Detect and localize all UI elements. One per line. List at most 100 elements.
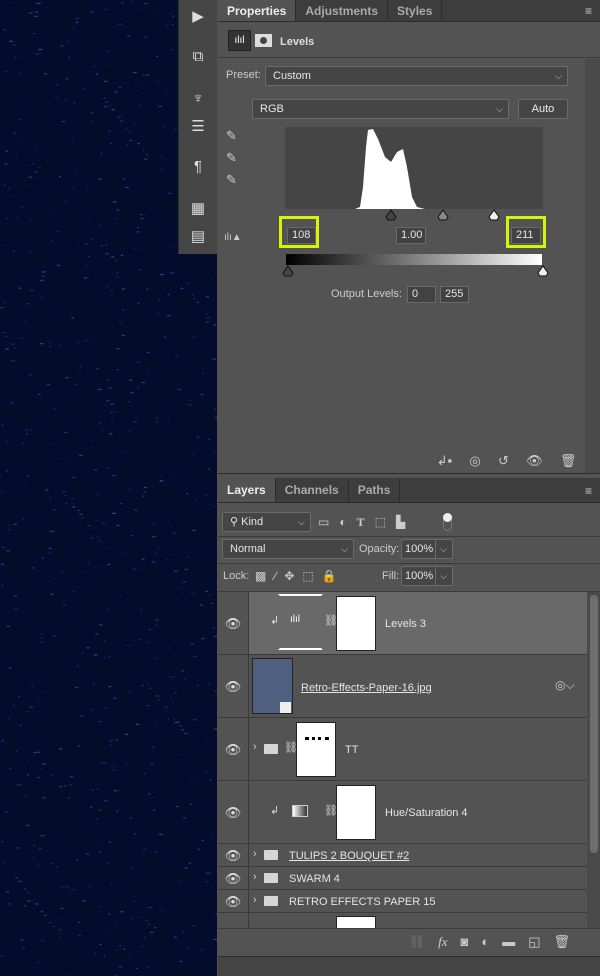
layer-name: Hue/Saturation 4 bbox=[385, 807, 468, 819]
output-levels-label: Output Levels: bbox=[331, 288, 402, 300]
layer-effects-icon[interactable]: ◎⌵ bbox=[555, 678, 575, 693]
layers-list: 👁 ↲ ılıl ⛓ Levels 3 👁 Retro-Effects-Pape… bbox=[218, 591, 600, 928]
panel-resize-bar[interactable] bbox=[218, 956, 600, 976]
tab-channels[interactable]: Channels bbox=[276, 478, 349, 502]
lock-paint-icon[interactable]: ⁄ bbox=[274, 567, 276, 585]
notes-icon[interactable]: ▤ bbox=[185, 226, 211, 248]
mask-icon[interactable] bbox=[255, 34, 272, 47]
gray-eyedropper-icon[interactable]: ✎ bbox=[226, 150, 237, 166]
tab-properties[interactable]: Properties bbox=[218, 0, 297, 21]
add-mask-icon[interactable]: ◙ bbox=[460, 929, 468, 956]
properties-scrollbar[interactable] bbox=[585, 59, 600, 473]
visibility-eye-icon[interactable]: 👁 bbox=[218, 592, 249, 654]
panel-menu-icon[interactable]: ≡ bbox=[585, 4, 592, 18]
reset-icon[interactable]: ↺ bbox=[498, 449, 509, 473]
delete-layer-icon[interactable]: 🗑 bbox=[553, 929, 570, 956]
panel-menu-icon[interactable]: ≡ bbox=[585, 484, 592, 498]
visibility-eye-icon[interactable]: 👁 bbox=[218, 718, 249, 780]
clip-to-layer-icon[interactable]: ↲▪ bbox=[437, 449, 453, 473]
new-group-icon[interactable]: ▬ bbox=[502, 929, 515, 956]
folder-icon bbox=[264, 896, 278, 906]
play-icon[interactable]: ▶ bbox=[185, 6, 211, 28]
delete-icon[interactable]: 🗑 bbox=[560, 449, 577, 473]
input-gamma-field[interactable]: 1.00 bbox=[396, 227, 426, 244]
expand-chevron-icon[interactable]: › bbox=[253, 741, 257, 753]
tab-styles[interactable]: Styles bbox=[388, 0, 443, 21]
blend-mode-dropdown[interactable]: Normal ⌵ bbox=[222, 539, 354, 559]
layer-row[interactable]: 👁 Retro-Effects-Paper-16.jpg ◎⌵ bbox=[218, 655, 587, 718]
auto-button[interactable]: Auto bbox=[518, 99, 568, 119]
lock-position-icon[interactable]: ✥ bbox=[284, 567, 294, 585]
expand-chevron-icon[interactable]: › bbox=[253, 871, 257, 883]
panel-layout-icon[interactable]: ▦ bbox=[185, 198, 211, 220]
white-point-slider[interactable] bbox=[488, 209, 500, 221]
tab-layers[interactable]: Layers bbox=[218, 478, 276, 502]
highlight-box bbox=[279, 216, 319, 248]
layer-row[interactable]: 👁 ↲ ⛓ Hue/Saturation 4 bbox=[218, 781, 587, 844]
output-black-field[interactable]: 0 bbox=[407, 286, 436, 303]
visibility-eye-icon[interactable]: 👁 bbox=[218, 655, 249, 717]
filter-pixel-icon[interactable]: ▭ bbox=[318, 512, 329, 532]
output-white-field[interactable]: 255 bbox=[440, 286, 469, 303]
visibility-icon[interactable]: 👁 bbox=[526, 449, 543, 473]
layers-scrollbar[interactable] bbox=[587, 592, 600, 928]
expand-chevron-icon[interactable]: › bbox=[253, 848, 257, 860]
chevron-down-icon: ⌵ bbox=[496, 104, 503, 114]
opacity-field[interactable]: 100% ⌵ bbox=[401, 539, 453, 559]
channel-dropdown[interactable]: RGB ⌵ bbox=[252, 99, 509, 119]
folder-icon bbox=[264, 873, 278, 883]
visibility-eye-icon[interactable]: 👁 bbox=[218, 890, 249, 912]
filter-value: Kind bbox=[241, 516, 264, 528]
new-layer-icon[interactable]: ◱ bbox=[528, 929, 540, 956]
view-previous-icon[interactable]: ◎ bbox=[469, 449, 480, 473]
layer-row[interactable]: 👁 ↲ ılıl ⛓ Levels 3 bbox=[218, 592, 587, 655]
folder-icon bbox=[264, 850, 278, 860]
layer-row[interactable]: 👁 › ⛓ TT bbox=[218, 718, 587, 781]
link-layers-icon[interactable]: ⛓ bbox=[409, 929, 426, 956]
input-sliders bbox=[385, 209, 500, 221]
layer-row[interactable]: 👁 › RETRO EFFECTS PAPER 15 bbox=[218, 890, 587, 913]
filter-smart-object-icon[interactable]: ▙ bbox=[396, 512, 405, 532]
layer-mask-thumbnail[interactable] bbox=[336, 596, 376, 651]
output-black-slider[interactable] bbox=[282, 265, 294, 277]
fx-icon[interactable]: fx bbox=[438, 929, 447, 956]
tab-paths[interactable]: Paths bbox=[349, 478, 401, 502]
expand-chevron-icon[interactable]: › bbox=[253, 894, 257, 906]
swap-icon[interactable]: ⧉ bbox=[185, 46, 211, 68]
new-adjustment-icon[interactable]: ◐ bbox=[481, 929, 489, 956]
white-eyedropper-icon[interactable]: ✎ bbox=[226, 172, 237, 188]
preset-dropdown[interactable]: Custom ⌵ bbox=[265, 66, 568, 86]
clipping-arrow-icon: ↲ bbox=[270, 805, 280, 817]
filter-kind-dropdown[interactable]: ⚲ Kind ⌵ bbox=[222, 512, 311, 532]
paragraph-icon[interactable]: ¶ bbox=[185, 156, 211, 178]
filter-toggle[interactable] bbox=[443, 513, 452, 531]
tab-adjustments[interactable]: Adjustments bbox=[296, 0, 389, 21]
layers-panel: Layers Channels Paths ≡ ⚲ Kind ⌵ ▭ ◐ T ⬚ … bbox=[218, 478, 600, 976]
output-white-slider[interactable] bbox=[537, 265, 549, 277]
lock-label: Lock: bbox=[223, 570, 250, 582]
group-mask-thumbnail[interactable] bbox=[296, 722, 336, 777]
visibility-eye-icon[interactable]: 👁 bbox=[218, 867, 249, 889]
layer-row[interactable] bbox=[218, 913, 587, 928]
lock-all-icon[interactable]: 🔒 bbox=[322, 567, 337, 585]
visibility-eye-icon[interactable]: 👁 bbox=[218, 781, 249, 843]
layer-row[interactable]: 👁 › SWARM 4 bbox=[218, 867, 587, 890]
black-point-slider[interactable] bbox=[385, 209, 397, 221]
visibility-eye-icon[interactable]: 👁 bbox=[218, 844, 249, 866]
gamma-slider[interactable] bbox=[437, 209, 449, 221]
sliders-icon[interactable]: ☰ bbox=[185, 116, 211, 138]
selected-thumb-frame bbox=[278, 594, 323, 650]
lock-transparent-icon[interactable]: ▩ bbox=[255, 567, 266, 585]
levels-icon[interactable]: ılıl bbox=[228, 30, 251, 51]
layer-mask-thumbnail[interactable] bbox=[336, 785, 376, 840]
filter-shape-icon[interactable]: ⬚ bbox=[375, 512, 386, 532]
lock-artboard-icon[interactable]: ⬚ bbox=[302, 567, 313, 585]
filter-adjustment-icon[interactable]: ◐ bbox=[339, 512, 346, 532]
black-eyedropper-icon[interactable]: ✎ bbox=[226, 128, 237, 144]
clipping-warning-icon[interactable]: ılı▲ bbox=[224, 232, 242, 243]
fill-field[interactable]: 100% ⌵ bbox=[401, 566, 453, 586]
brush-presets-icon[interactable]: ♆ bbox=[185, 88, 211, 110]
layer-row[interactable]: 👁 › TULIPS 2 BOUQUET #2 bbox=[218, 844, 587, 867]
layer-mask-thumbnail[interactable] bbox=[336, 916, 376, 928]
filter-type-icon[interactable]: T bbox=[357, 512, 365, 532]
